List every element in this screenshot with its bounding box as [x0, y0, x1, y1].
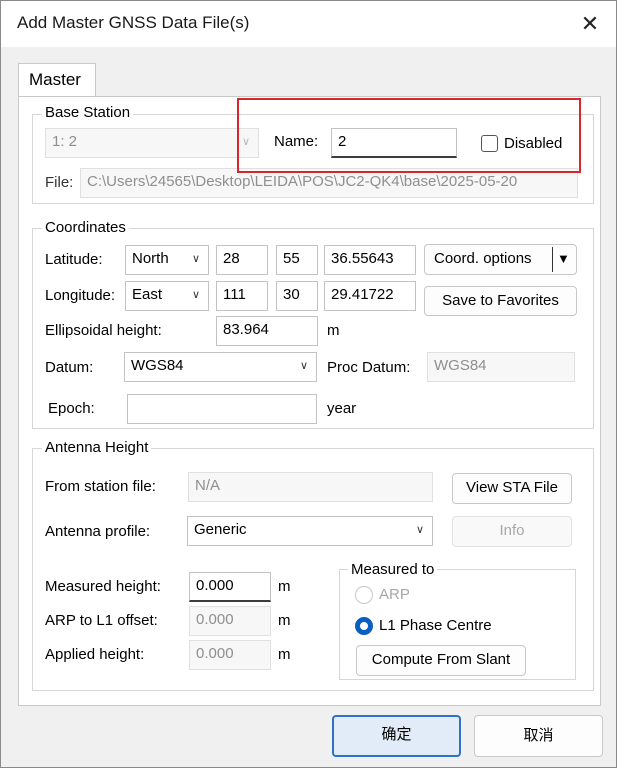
antenna-height-group-label: Antenna Height: [42, 439, 152, 456]
window-title: Add Master GNSS Data File(s): [17, 13, 250, 32]
longitude-label: Longitude:: [45, 287, 116, 304]
latitude-hemisphere-value: North: [132, 250, 169, 267]
arp-to-l1-offset-unit: m: [278, 612, 291, 629]
file-label: File:: [45, 174, 74, 191]
datum-label: Datum:: [45, 359, 94, 376]
radio-arp[interactable]: [355, 586, 373, 604]
coordinates-group-label: Coordinates: [42, 219, 129, 236]
ellipsoidal-height-unit: m: [327, 322, 340, 339]
coord-options-button[interactable]: Coord. options ▼: [424, 244, 577, 275]
arp-to-l1-offset-field: 0.000: [189, 606, 271, 636]
station-select[interactable]: 1: 2 ∨: [45, 128, 259, 158]
longitude-seconds-input[interactable]: 29.41722: [324, 281, 416, 311]
ellipsoidal-height-input[interactable]: 83.964: [216, 316, 318, 346]
view-sta-file-button[interactable]: View STA File: [452, 473, 572, 504]
epoch-label: Epoch:: [48, 400, 95, 417]
coord-options-label: Coord. options: [434, 250, 532, 267]
measured-height-unit: m: [278, 578, 291, 595]
latitude-seconds-input[interactable]: 36.55643: [324, 245, 416, 275]
title-bar: Add Master GNSS Data File(s) ✕: [1, 1, 616, 47]
antenna-profile-select[interactable]: Generic ∨: [187, 516, 433, 546]
ok-button[interactable]: 确定: [332, 715, 461, 757]
radio-l1-phase-centre-label: L1 Phase Centre: [379, 617, 492, 634]
latitude-hemisphere-select[interactable]: North ∨: [125, 245, 209, 275]
chevron-down-icon: ∨: [299, 360, 308, 372]
split-divider: [552, 247, 553, 272]
chevron-down-icon: ∨: [191, 253, 200, 265]
cancel-button[interactable]: 取消: [474, 715, 603, 757]
base-station-group-label: Base Station: [42, 104, 134, 121]
compute-from-slant-button[interactable]: Compute From Slant: [356, 645, 526, 676]
latitude-minutes-input[interactable]: 55: [276, 245, 318, 275]
ellipsoidal-height-label: Ellipsoidal height:: [45, 322, 162, 339]
from-station-file-field: N/A: [188, 472, 433, 502]
applied-height-label: Applied height:: [45, 646, 145, 663]
from-station-file-label: From station file:: [45, 478, 156, 495]
longitude-degrees-input[interactable]: 111: [216, 281, 268, 311]
dialog-window: Add Master GNSS Data File(s) ✕ Master Ba…: [0, 0, 617, 768]
dropdown-arrow-icon[interactable]: ▼: [557, 245, 570, 273]
epoch-unit: year: [327, 400, 357, 417]
highlight-box: [237, 98, 581, 173]
antenna-profile-label: Antenna profile:: [45, 523, 151, 540]
datum-select[interactable]: WGS84 ∨: [124, 352, 317, 382]
chevron-down-icon: ∨: [415, 524, 424, 536]
info-button[interactable]: Info: [452, 516, 572, 547]
proc-datum-field: WGS84: [427, 352, 575, 382]
measured-to-group-label: Measured to: [348, 561, 438, 578]
latitude-degrees-input[interactable]: 28: [216, 245, 268, 275]
radio-l1-phase-centre[interactable]: [355, 617, 373, 635]
proc-datum-label: Proc Datum:: [327, 359, 411, 376]
close-icon[interactable]: ✕: [573, 7, 607, 41]
datum-value: WGS84: [131, 357, 184, 374]
measured-height-label: Measured height:: [45, 578, 161, 595]
applied-height-field: 0.000: [189, 640, 271, 670]
measured-height-input[interactable]: 0.000: [189, 572, 271, 602]
save-to-favorites-button[interactable]: Save to Favorites: [424, 286, 577, 316]
station-select-value: 1: 2: [52, 133, 78, 150]
tab-master[interactable]: Master: [18, 63, 96, 97]
antenna-profile-value: Generic: [194, 521, 247, 538]
radio-arp-label: ARP: [379, 586, 410, 603]
dialog-footer: 确定 取消: [1, 707, 616, 767]
longitude-hemisphere-select[interactable]: East ∨: [125, 281, 209, 311]
longitude-hemisphere-value: East: [132, 286, 163, 303]
latitude-label: Latitude:: [45, 251, 103, 268]
epoch-input[interactable]: [127, 394, 317, 424]
chevron-down-icon: ∨: [191, 289, 200, 301]
arp-to-l1-offset-label: ARP to L1 offset:: [45, 612, 158, 629]
applied-height-unit: m: [278, 646, 291, 663]
longitude-minutes-input[interactable]: 30: [276, 281, 318, 311]
